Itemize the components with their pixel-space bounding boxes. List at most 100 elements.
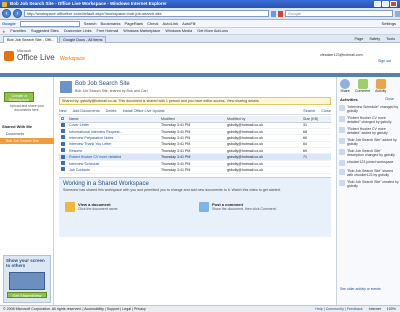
copyright-text: © 2008 Microsoft Corporation. All rights… (3, 307, 146, 311)
doc-size (301, 166, 331, 174)
search-box[interactable]: Google (285, 10, 394, 17)
google-bookmarks[interactable]: Bookmarks (100, 21, 120, 26)
activities-close[interactable]: Close (385, 97, 394, 101)
activity-item[interactable]: "Bob Job Search Site" created by gsbully (339, 180, 399, 188)
activity-label: Activity (375, 89, 387, 93)
word-doc-icon (61, 122, 65, 127)
view-document-desc: Click the document name. (78, 207, 119, 211)
create-workspace-button[interactable]: Create a Workspace (4, 92, 34, 102)
add-documents-button[interactable]: Add Documents (73, 109, 100, 113)
share-button[interactable]: Share (340, 79, 350, 93)
google-toolbar: Google Search Bookmarks PageRank Check A… (0, 20, 400, 28)
activity-button[interactable]: Activity (375, 79, 386, 93)
word-doc-icon (61, 167, 65, 172)
comment-icon (357, 79, 368, 89)
address-input[interactable]: http://workspace.officelive.com/default.… (23, 10, 270, 17)
officelive-header: Microsoft Office Live Workspace cfesaker… (0, 43, 400, 73)
doc-toolbar: New Add Documents Delete Install Office … (59, 108, 331, 115)
close-window-button[interactable] (390, 1, 397, 7)
activity-item[interactable]: "Bob Job Search Site" shared with chooke… (339, 169, 399, 177)
word-doc-icon (61, 129, 65, 134)
delete-button[interactable]: Delete (106, 109, 117, 113)
main-content: Bob Job Search Site Bob Job Search Site,… (55, 77, 336, 305)
activity-icon (375, 79, 386, 89)
tab-google-docs[interactable]: Google Docs - All items (59, 35, 107, 43)
activity-item[interactable]: "Bob Job Search Site" description change… (339, 149, 399, 157)
table-row[interactable]: Job Contacts Thursday 3:41 PM gsbully@hotm… (59, 166, 331, 174)
create-workspace-desc: Upload and share your documents here. (9, 104, 45, 112)
older-activity-link[interactable]: See older activity or events (340, 287, 381, 291)
back-button[interactable]: ‹ (2, 9, 11, 18)
search-go-icon[interactable] (395, 10, 400, 17)
shared-workspace-text: Someone has shared this workspace with y… (63, 188, 281, 192)
activity-pane: Share Comment Activity Activities Close … (336, 77, 400, 305)
ie-logo-icon (2, 1, 7, 7)
google-search-button[interactable]: Search (84, 21, 97, 26)
refresh-icon[interactable] (271, 10, 277, 17)
word-doc-icon (61, 141, 65, 146)
tab-bar: Bob Job Search Site - Offi... Google Doc… (0, 35, 400, 43)
shared-workspace-title: Working in a Shared Workspace (63, 181, 149, 187)
sharedview-promo: Show your screen to others Get SharedVie… (3, 255, 51, 303)
word-doc-icon (61, 154, 65, 159)
forward-button[interactable]: › (12, 9, 22, 18)
doc-modified-by: gsbully@hotmail.co.uk (225, 166, 301, 174)
share-label: Share (340, 89, 350, 93)
favorites-star-icon[interactable]: ★ (2, 29, 5, 34)
fav-link-marketplace[interactable]: Windows Marketplace (123, 29, 160, 33)
activity-item[interactable]: "Robert Hooker CV more detailed" changed… (339, 116, 399, 124)
nav-bob-job-search-site[interactable]: Bob Job Search Site (0, 138, 54, 144)
zoom-level[interactable]: 100% (387, 306, 396, 312)
screen-illustration-icon (9, 272, 45, 290)
shared-with-me-heading: Shared With Me (2, 124, 32, 129)
favorites-bar: ★ Favorites Suggested Sites Customize Li… (0, 28, 400, 35)
activity-item[interactable]: "Bob Job Search Site" added by gsbully (339, 138, 399, 146)
brand-workspace: Workspace (60, 56, 85, 62)
google-autofill[interactable]: AutoFill (182, 21, 195, 26)
safety-menu[interactable]: Safety (369, 37, 380, 41)
activity-item[interactable]: chooker123 joined workspace (339, 160, 399, 166)
nav-documents[interactable]: Documents (6, 132, 24, 136)
doc-name[interactable]: Job Contacts (67, 166, 159, 174)
shared-workspace-panel: Working in a Shared Workspace Someone ha… (59, 177, 331, 237)
google-autolink[interactable]: AutoLink (163, 21, 179, 26)
close-list-link[interactable]: Close (321, 109, 331, 113)
word-doc-icon (61, 161, 65, 166)
minimize-button[interactable] (374, 1, 381, 7)
comment-button[interactable]: Comment (355, 79, 370, 93)
google-settings[interactable]: Settings (382, 21, 396, 26)
page-menu[interactable]: Page (354, 37, 363, 41)
fav-link-customize[interactable]: Customize Links (64, 29, 92, 33)
install-update-link[interactable]: Install Office Live Update (123, 109, 165, 113)
favorites-button[interactable]: Favorites (10, 29, 26, 33)
activity-item[interactable]: "Interview Schedule" changed by gsbully (339, 105, 399, 113)
get-sharedview-button[interactable]: Get SharedView (7, 292, 47, 298)
fav-link-media[interactable]: Windows Media (165, 29, 192, 33)
activity-item-icon (339, 105, 345, 111)
new-button[interactable]: New (59, 109, 67, 113)
stop-icon[interactable] (278, 10, 284, 17)
fav-link-hotmail[interactable]: Free Hotmail (97, 29, 119, 33)
activity-item-icon (339, 180, 345, 186)
brand-office-live: Office Live (17, 53, 55, 62)
select-all-checkbox[interactable] (61, 116, 64, 120)
tab-workspace[interactable]: Bob Job Search Site - Offi... (3, 35, 58, 43)
help-links[interactable]: Help | Community | Feedback (315, 306, 362, 312)
fav-link-suggested[interactable]: Suggested Sites (31, 29, 59, 33)
fav-link-addons[interactable]: Get More Add-ons (197, 29, 228, 33)
search-link[interactable]: Search (303, 109, 315, 113)
sign-out-link[interactable]: Sign out (378, 59, 391, 63)
window-title-bar: Bob Job Search Site - Office Live Worksp… (0, 0, 400, 8)
left-navigation: Create a Workspace Upload and share your… (0, 77, 54, 305)
google-search-input[interactable] (19, 20, 80, 27)
google-pagerank[interactable]: PageRank (124, 21, 143, 26)
activity-item[interactable]: "Robert Hooker CV more detailed" added b… (339, 127, 399, 135)
google-check[interactable]: Check (147, 21, 158, 26)
action-buttons: Share Comment Activity (340, 79, 386, 93)
word-doc-icon (61, 148, 65, 153)
google-logo: Google (2, 21, 16, 26)
word-doc-icon (61, 135, 65, 140)
maximize-button[interactable] (382, 1, 389, 7)
activities-heading: Activities (340, 97, 358, 102)
tools-menu[interactable]: Tools (386, 37, 395, 41)
